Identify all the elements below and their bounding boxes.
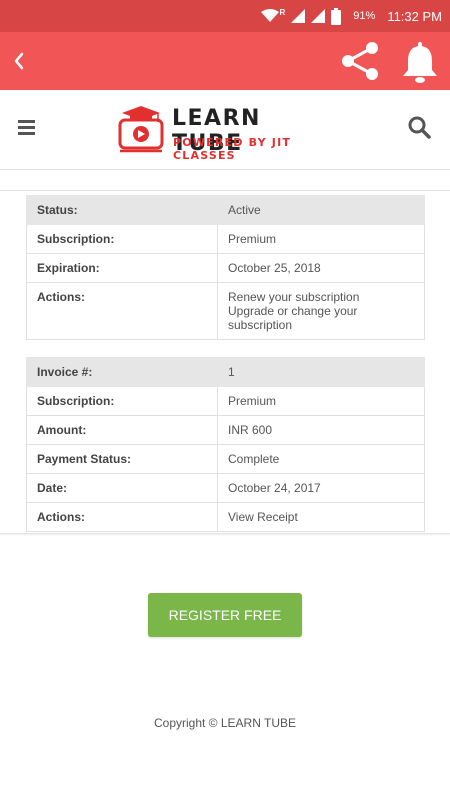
row-label: Expiration:: [26, 253, 218, 283]
row-value: October 24, 2017: [217, 473, 425, 503]
row-label: Invoice #:: [26, 357, 218, 387]
subscription-table: Status: Active Subscription: Premium Exp…: [26, 195, 425, 340]
table-row: Status: Active: [26, 195, 425, 225]
learn-tube-logo[interactable]: LEARN TUBE POWERED BY JIT CLASSES: [116, 104, 336, 162]
status-icons: R 91% 11:32 PM: [260, 0, 442, 32]
share-icon: [342, 42, 378, 80]
search-icon: [408, 116, 431, 139]
register-free-button[interactable]: REGISTER FREE: [148, 593, 302, 637]
row-value: Premium: [217, 224, 425, 254]
table-row: Payment Status: Complete: [26, 444, 425, 474]
row-value: INR 600: [217, 415, 425, 445]
network-badge: R: [279, 7, 286, 17]
site-header: LEARN TUBE POWERED BY JIT CLASSES: [0, 90, 450, 170]
battery-icon: [331, 7, 342, 25]
row-label: Actions:: [26, 502, 218, 532]
row-label: Payment Status:: [26, 444, 218, 474]
view-receipt-link[interactable]: View Receipt: [217, 502, 425, 532]
table-row: Invoice #: 1: [26, 357, 425, 387]
battery-level: 91%: [353, 10, 376, 22]
logo-mark-icon: [118, 106, 164, 153]
copyright-text: Copyright © LEARN TUBE: [153, 716, 296, 730]
table-row: Subscription: Premium: [26, 386, 425, 416]
table-row: Amount: INR 600: [26, 415, 425, 445]
row-label: Status:: [26, 195, 218, 225]
table-row: Actions: View Receipt: [26, 502, 425, 532]
row-value: October 25, 2018: [217, 253, 425, 283]
upgrade-subscription-link[interactable]: Upgrade or change your subscription: [228, 304, 414, 332]
table-row: Actions: Renew your subscription Upgrade…: [26, 282, 425, 340]
share-button[interactable]: [336, 40, 384, 82]
table-row: Date: October 24, 2017: [26, 473, 425, 503]
row-value: Premium: [217, 386, 425, 416]
logo-subtitle: POWERED BY JIT CLASSES: [173, 136, 292, 162]
invoice-table: Invoice #: 1 Subscription: Premium Amoun…: [26, 357, 425, 532]
table-row: Subscription: Premium: [26, 224, 425, 254]
chevron-left-icon: [14, 52, 24, 70]
wifi-icon: [260, 9, 279, 22]
row-value: 1: [217, 357, 425, 387]
row-label: Date:: [26, 473, 218, 503]
actions-cell: Renew your subscription Upgrade or chang…: [217, 282, 425, 340]
account-panel: Status: Active Subscription: Premium Exp…: [0, 190, 450, 534]
signal-icon-2: [311, 9, 326, 23]
app-bar: [0, 32, 450, 90]
status-bar: R 91% 11:32 PM: [0, 0, 450, 32]
row-label: Subscription:: [26, 224, 218, 254]
row-value: Complete: [217, 444, 425, 474]
row-label: Subscription:: [26, 386, 218, 416]
bell-icon: [403, 42, 437, 83]
back-button[interactable]: [4, 44, 34, 78]
renew-subscription-link[interactable]: Renew your subscription: [228, 290, 414, 304]
table-row: Expiration: October 25, 2018: [26, 253, 425, 283]
signal-icon: [291, 9, 306, 23]
row-label: Amount:: [26, 415, 218, 445]
hamburger-icon: [18, 120, 35, 135]
search-button[interactable]: [406, 114, 434, 142]
menu-button[interactable]: [16, 116, 38, 138]
clock: 11:32 PM: [387, 8, 442, 24]
row-label: Actions:: [26, 282, 218, 340]
row-value: Active: [217, 195, 425, 225]
notifications-button[interactable]: [398, 40, 442, 84]
